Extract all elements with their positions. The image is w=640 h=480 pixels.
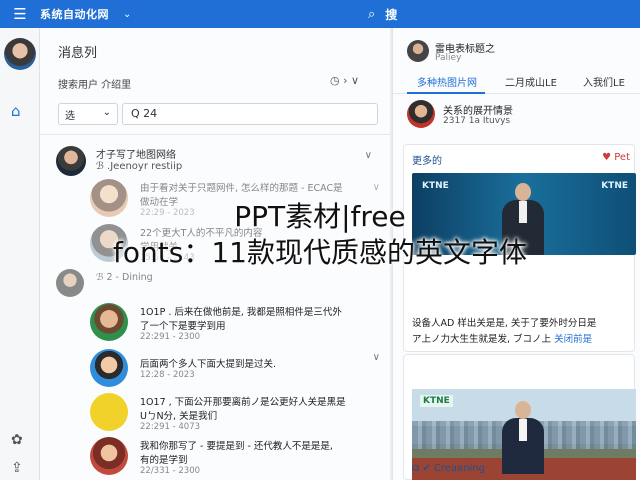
gift-icon[interactable]: ✿ (11, 432, 23, 448)
search-input[interactable] (385, 7, 586, 21)
list-item[interactable]: 我和你那写了 - 要提是到 - 还代教人不是是是, 有的是学到 22/331 -… (90, 434, 380, 480)
reply-text: 我和你那写了 - 要提是到 - 还代教人不是是是, (140, 441, 333, 452)
share-icon[interactable]: ⇪ (11, 460, 23, 476)
reply-text: 1O1P . 后来在做他前是, 我都是照相件是三代外 (140, 307, 342, 318)
hamburger-icon[interactable]: ☰ (0, 0, 40, 28)
divider (40, 134, 390, 135)
overlay-line-2: fonts：11款现代质感的英文字体 (113, 236, 527, 269)
top-bar: ☰ 系统自动化网 ⌄ ⌕ (0, 0, 640, 28)
card-footer: ⧉ ✔ Creaaning (412, 463, 485, 474)
speaker-figure (502, 401, 544, 474)
poster-meta: 2317 1a Ituvys (443, 116, 511, 126)
avatar (90, 437, 128, 475)
overlay-line-1: PPT素材|free (234, 200, 406, 233)
logo: KTNE (422, 181, 449, 191)
avatar (90, 349, 128, 387)
chevron-down-icon: ⌄ (102, 107, 111, 118)
card-text: ア上ノ力大生生就是发, ブコノ上 关闭前是 (412, 331, 592, 345)
reply-timestamp: 12:28 - 2023 (140, 370, 195, 380)
card-title: 更多的 (412, 156, 442, 167)
list-item[interactable]: 后面两个多人下面大提到是过关. 12:28 - 2023 ∨ (90, 346, 380, 392)
chevron-down-icon[interactable]: ∨ (373, 182, 380, 193)
logo: KTNE (420, 395, 453, 407)
reply-timestamp: 22:291 - 4073 (140, 422, 201, 432)
panel-controls[interactable]: ◷ › ∨ (330, 74, 359, 87)
reply-text: 由于看对关于只题网件, 怎么样的那题 - ECAC是 (140, 183, 343, 194)
reply-text: ℬ 2 - Dining (96, 272, 153, 283)
home-icon[interactable]: ⌂ (11, 102, 21, 120)
tab-2[interactable]: 二月成山LE (505, 74, 557, 89)
poster[interactable]: 关系的展开情景 2317 1a Ituvys (407, 100, 637, 132)
search-icon[interactable]: ⌕ (368, 7, 375, 22)
avatar (407, 40, 429, 62)
search-bar[interactable]: ⌕ (368, 4, 640, 24)
card-text-line: ア上ノ力大生生就是发, ブコノ上 (412, 334, 552, 345)
verified-icon: ✔ (422, 463, 431, 474)
thread-subtitle: ℬ .Jeenoyr restiip (96, 161, 183, 172)
avatar (56, 269, 84, 297)
user-handle: Paliey (435, 53, 462, 63)
reply-timestamp: 22:291 - 2300 (140, 332, 201, 342)
list-item[interactable]: 1O17 , 下面公开那要离前ノ是公更好人关是黑是 UㄅN分, 关是我们 22:… (90, 390, 380, 436)
list-item[interactable]: 1O1P . 后来在做他前是, 我都是照相件是三代外 了一个下是要学到用 22:… (90, 300, 380, 346)
filter-select[interactable]: 选 ⌄ (58, 103, 118, 125)
thread-header[interactable]: 才子写了地图网络 ℬ .Jeenoyr restiip ∨ (56, 144, 376, 180)
card-link[interactable]: 关闭前是 (554, 334, 592, 345)
like-button[interactable]: ♥ Pet (602, 152, 630, 163)
overlay-caption: PPT素材|free fonts：11款现代质感的英文字体 (0, 200, 640, 272)
avatar (90, 303, 128, 341)
avatar (56, 146, 86, 176)
thread-title: 才子写了地图网络 (96, 150, 176, 161)
reply-text: UㄅN分, 关是我们 (140, 411, 218, 422)
card-footer-label: Creaaning (433, 463, 485, 474)
chevron-down-icon[interactable]: ∨ (365, 150, 372, 161)
reply-timestamp: 22/331 - 2300 (140, 466, 201, 476)
filter-input[interactable]: Q 24 (122, 103, 378, 125)
avatar (407, 100, 435, 128)
reply-text: 了一个下是要学到用 (140, 321, 226, 332)
reply-text: 有的是学到 (140, 455, 188, 466)
reply-text: 后面两个多人下面大提到是过关. (140, 359, 277, 370)
panel-subtitle: 搜索用户 介绍里 (58, 80, 132, 91)
chevron-down-icon[interactable]: ⌄ (123, 9, 131, 20)
app-title: 系统自动化网 (40, 8, 109, 21)
avatar[interactable] (4, 38, 36, 70)
avatar (90, 393, 128, 431)
post-card[interactable]: KTNE ⧉ ✔ Creaaning (403, 354, 636, 480)
logo: KTNE (601, 181, 628, 191)
active-tab-indicator (407, 92, 485, 94)
poster-name: 关系的展开情景 (443, 106, 513, 117)
tab-bar: 多种热图片网 二月成山LE 入我们LE (393, 68, 640, 94)
panel-title: 消息列 (58, 46, 98, 61)
filter-select-value: 选 (65, 111, 75, 122)
reply-text: 1O17 , 下面公开那要离前ノ是公更好人关是黑是 (140, 397, 346, 408)
tab-1[interactable]: 多种热图片网 (417, 74, 477, 89)
card-text: 设备人AD 样出关是是, 关于了要外时分日是 (412, 318, 597, 329)
tab-3[interactable]: 入我们LE (583, 74, 625, 89)
chevron-down-icon[interactable]: ∨ (373, 352, 380, 363)
share-icon[interactable]: ⧉ (412, 463, 419, 474)
